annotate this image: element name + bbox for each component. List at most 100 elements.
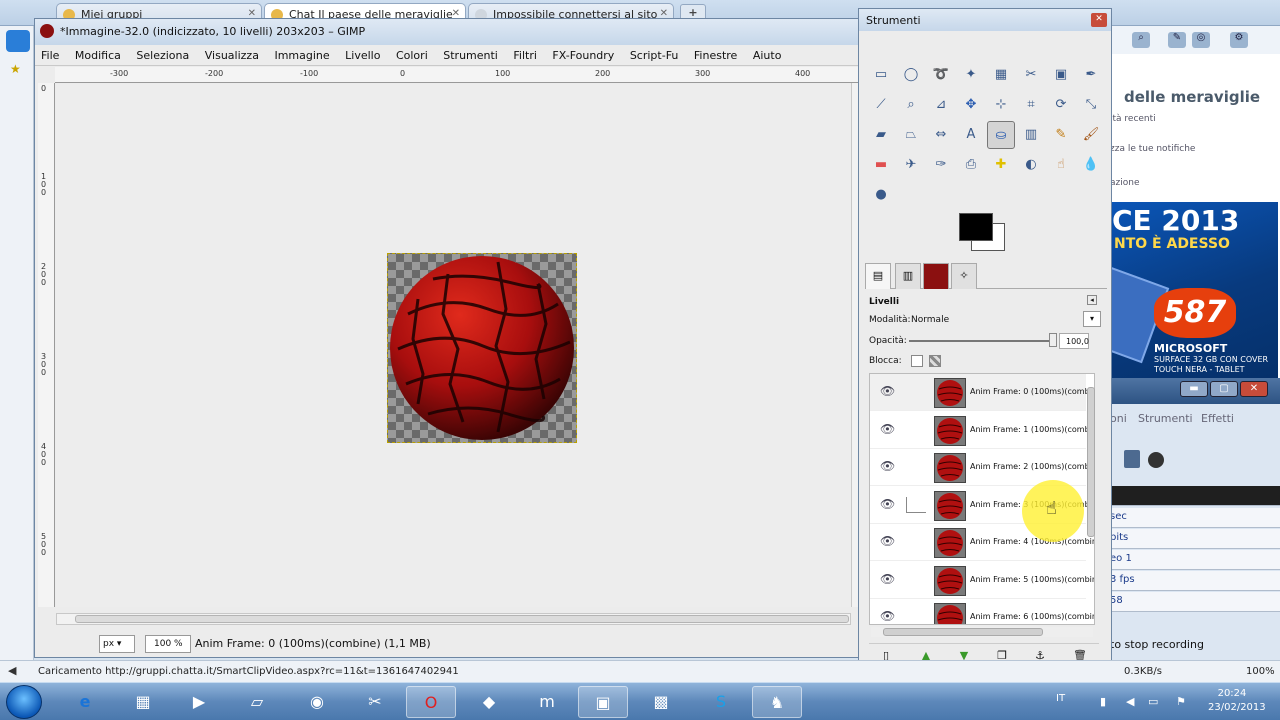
lock-pixels-checkbox[interactable]	[911, 355, 923, 367]
menu-seleziona[interactable]: Seleziona	[130, 46, 195, 62]
chain-icon[interactable]	[906, 496, 926, 513]
back-arrow-icon[interactable]: ◀	[8, 664, 16, 677]
move-icon[interactable]: ✥	[957, 91, 985, 119]
image-layer[interactable]	[387, 253, 577, 443]
color-swatches[interactable]	[955, 211, 1011, 255]
panel-menu-icon[interactable]: ◂	[1087, 295, 1097, 305]
zoom-select[interactable]: 100 %	[145, 635, 191, 653]
text-icon[interactable]: A	[957, 121, 985, 149]
zoom-icon[interactable]: ⌕	[897, 91, 925, 119]
battery-icon[interactable]: ▭	[1148, 695, 1158, 708]
dodge-icon[interactable]: ◐	[1017, 151, 1045, 179]
close-icon[interactable]: ✕	[1091, 13, 1107, 27]
app-icon[interactable]: ◆	[464, 686, 514, 718]
measure-icon[interactable]: ⊿	[927, 91, 955, 119]
action-center-icon[interactable]: ⚑	[1176, 695, 1186, 708]
settings-icon[interactable]: ⚙	[1230, 32, 1248, 48]
menu-strumenti[interactable]: Strumenti	[437, 46, 504, 62]
ellipse-select-icon[interactable]: ◯	[897, 61, 925, 89]
color-select-icon[interactable]: ▦	[987, 61, 1015, 89]
layers-vertical-scrollbar[interactable]	[1085, 381, 1095, 619]
lock-alpha-checkbox[interactable]	[929, 355, 941, 367]
menu-script-fu[interactable]: Script-Fu	[624, 46, 685, 62]
minimize-icon[interactable]: ▬	[1180, 381, 1208, 397]
eye-icon[interactable]: 👁	[880, 609, 895, 623]
camera-icon[interactable]: ◎	[1192, 32, 1210, 48]
foreground-select-icon[interactable]: ▣	[1047, 61, 1075, 89]
advertisement-banner[interactable]: CE 2013 NTO È ADESSO 587 MICROSOFT SURFA…	[1108, 202, 1278, 378]
paintbrush-icon[interactable]: 🖌	[1077, 121, 1105, 149]
folder-icon[interactable]: ▱	[232, 686, 282, 718]
recorder-menu-strumenti[interactable]: Strumenti	[1138, 412, 1193, 425]
image-canvas[interactable]	[56, 84, 851, 607]
rotate-icon[interactable]: ⟳	[1047, 91, 1075, 119]
file-explorer-icon[interactable]: ▦	[118, 686, 168, 718]
eye-icon[interactable]: 👁	[880, 534, 895, 548]
eye-icon[interactable]: 👁	[880, 459, 895, 473]
maxthon-icon[interactable]: m	[522, 686, 572, 718]
fuzzy-select-icon[interactable]: ✦	[957, 61, 985, 89]
clone-icon[interactable]: ⎙	[957, 151, 985, 179]
menu-immagine[interactable]: Immagine	[268, 46, 335, 62]
snipping-tool-icon[interactable]: ✂	[350, 686, 400, 718]
star-icon[interactable]: ★	[10, 62, 21, 76]
tab-image-preview[interactable]	[923, 263, 949, 289]
menu-file[interactable]: File	[35, 46, 65, 62]
menu-fx-foundry[interactable]: FX-Foundry	[546, 46, 620, 62]
webcam-icon[interactable]	[1148, 452, 1164, 468]
gallery-icon[interactable]: ▩	[636, 686, 686, 718]
shear-icon[interactable]: ▰	[867, 121, 895, 149]
scrollbar-thumb[interactable]	[1087, 387, 1095, 537]
align-icon[interactable]: ⊹	[987, 91, 1015, 119]
flip-icon[interactable]: ⇔	[927, 121, 955, 149]
skype-icon[interactable]: S	[696, 686, 746, 718]
layer-row[interactable]: 👁 Anim Frame: 1 (100ms)(combine)	[870, 412, 1094, 449]
layer-row[interactable]: 👁 Anim Frame: 0 (100ms)(combine)	[870, 374, 1094, 411]
close-icon[interactable]: ✕	[1240, 381, 1268, 397]
menu-visualizza[interactable]: Visualizza	[199, 46, 265, 62]
menu-aiuto[interactable]: Aiuto	[747, 46, 788, 62]
pencil-icon[interactable]: ✎	[1047, 121, 1075, 149]
tab-undo[interactable]: ✧	[951, 263, 977, 289]
mode-dropdown-button[interactable]: ▾	[1083, 311, 1101, 327]
tab-channels[interactable]: ▥	[895, 263, 921, 289]
ink-icon[interactable]: ✑	[927, 151, 955, 179]
crop-icon[interactable]: ⌗	[1017, 91, 1045, 119]
mode-value[interactable]: Normale	[911, 315, 949, 325]
opacity-slider[interactable]	[909, 340, 1057, 342]
mypaint-icon[interactable]: ●	[867, 181, 895, 209]
color-picker-icon[interactable]: ⟋	[867, 91, 895, 119]
unit-select[interactable]: px ▾	[99, 635, 135, 653]
eye-icon[interactable]: 👁	[880, 422, 895, 436]
tools-icon[interactable]: ✎	[1168, 32, 1186, 48]
layers-horizontal-scrollbar[interactable]	[871, 627, 1093, 637]
rect-select-icon[interactable]: ▭	[867, 61, 895, 89]
vertical-ruler[interactable]: 0 100 200 300 400 500	[38, 83, 55, 607]
network-icon[interactable]: ▮	[1100, 695, 1106, 708]
media-player-icon[interactable]: ▶	[174, 686, 224, 718]
airbrush-icon[interactable]: ✈	[897, 151, 925, 179]
language-indicator[interactable]: IT	[1056, 693, 1065, 704]
chrome-icon[interactable]: ◉	[292, 686, 342, 718]
eye-icon[interactable]: 👁	[880, 572, 895, 586]
menu-modifica[interactable]: Modifica	[69, 46, 127, 62]
menu-livello[interactable]: Livello	[339, 46, 386, 62]
perspective-icon[interactable]: ⏢	[897, 121, 925, 149]
recorder-menu-effetti[interactable]: Effetti	[1201, 412, 1234, 425]
menu-colori[interactable]: Colori	[390, 46, 434, 62]
maximize-icon[interactable]: ▢	[1210, 381, 1238, 397]
eye-icon[interactable]: 👁	[880, 384, 895, 398]
eye-icon[interactable]: 👁	[880, 497, 895, 511]
recorder-menu-opzioni[interactable]: oni	[1110, 412, 1127, 425]
scissors-icon[interactable]: ✂	[1017, 61, 1045, 89]
browser-zoom[interactable]: 100%	[1246, 666, 1275, 677]
opacity-handle[interactable]	[1049, 333, 1057, 347]
bucket-fill-icon[interactable]: ⛀	[987, 121, 1015, 149]
recorder-tool-icon[interactable]	[1124, 450, 1140, 468]
start-button[interactable]	[6, 685, 42, 719]
horizontal-scrollbar[interactable]	[56, 613, 851, 625]
scrollbar-thumb[interactable]	[883, 628, 1043, 636]
smudge-icon[interactable]: ☝	[1047, 151, 1075, 179]
system-clock[interactable]: 20:24 23/02/2013	[1208, 687, 1266, 715]
gimp-taskbar-icon[interactable]: ♞	[752, 686, 802, 718]
